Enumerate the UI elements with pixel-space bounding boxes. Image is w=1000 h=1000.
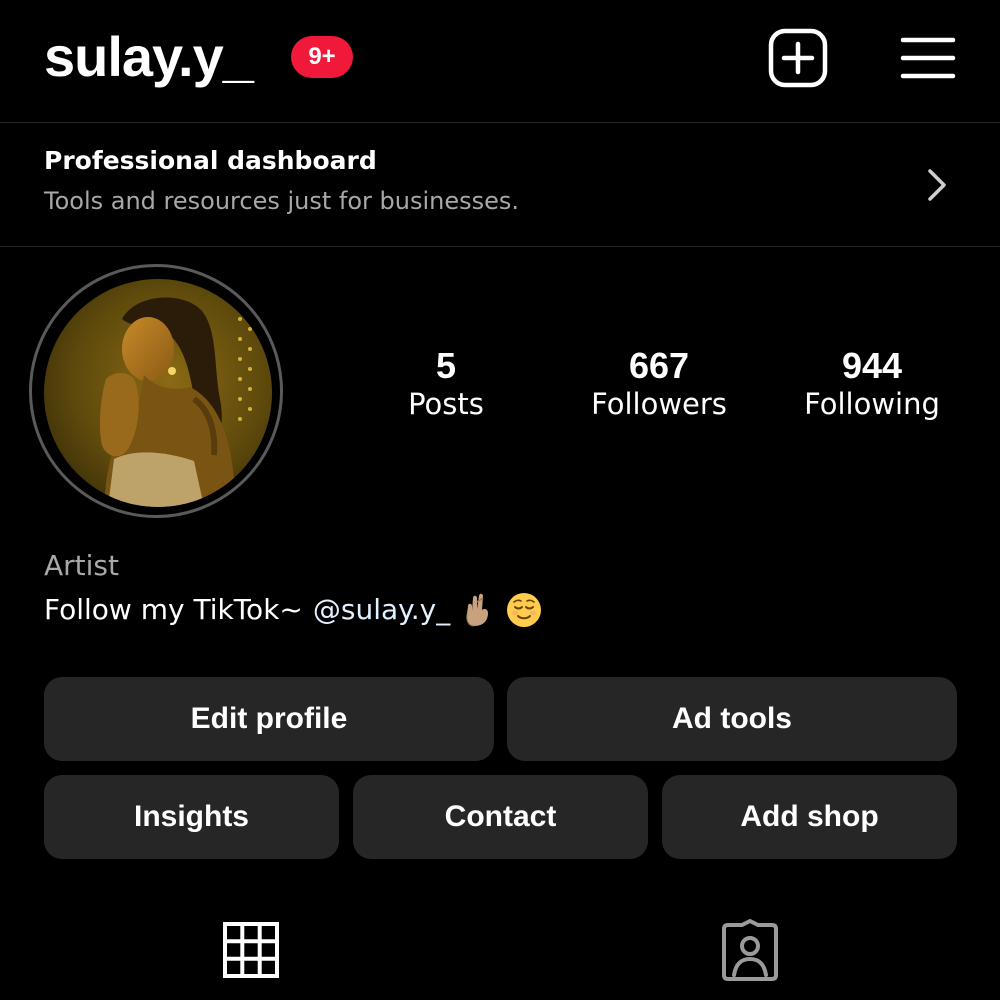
plus-square-icon	[768, 28, 828, 88]
professional-dashboard-row[interactable]: Professional dashboard Tools and resourc…	[0, 123, 1000, 247]
new-post-button[interactable]	[764, 24, 832, 92]
edit-profile-button[interactable]: Edit profile	[44, 677, 494, 761]
bio: Follow my TikTok~ @sulay.y_	[44, 590, 542, 630]
ad-tools-button[interactable]: Ad tools	[507, 677, 957, 761]
stat-following[interactable]: 944 Following	[804, 345, 940, 423]
add-shop-button[interactable]: Add shop	[662, 775, 957, 859]
followers-count: 667	[628, 345, 690, 386]
relieved-face-emoji	[507, 593, 542, 627]
followers-label: Followers	[591, 387, 727, 421]
following-label: Following	[804, 387, 940, 421]
tab-posts-grid[interactable]	[215, 918, 287, 982]
contact-button[interactable]: Contact	[353, 775, 648, 859]
notification-badge[interactable]: 9+	[291, 36, 353, 78]
profile-photo	[44, 279, 272, 507]
following-count: 944	[841, 345, 903, 386]
menu-button[interactable]	[894, 24, 962, 92]
username-title[interactable]: sulay.y_	[44, 22, 254, 92]
dashboard-title: Professional dashboard	[44, 146, 377, 175]
tagged-person-icon	[722, 919, 778, 981]
crossed-fingers-emoji	[466, 593, 489, 627]
insights-button[interactable]: Insights	[44, 775, 339, 859]
grid-icon	[223, 922, 279, 978]
avatar[interactable]	[44, 279, 272, 507]
stat-followers[interactable]: 667 Followers	[591, 345, 727, 423]
profile-category: Artist	[44, 549, 119, 582]
tab-tagged[interactable]	[714, 918, 786, 982]
stat-posts[interactable]: 5 Posts	[408, 345, 484, 423]
posts-label: Posts	[408, 387, 484, 421]
top-bar: sulay.y_ 9+	[0, 0, 1000, 123]
dashboard-subtitle: Tools and resources just for businesses.	[44, 187, 520, 215]
profile-screen: sulay.y_ 9+ Professional dashboard Tools…	[0, 0, 1000, 1000]
posts-count: 5	[435, 345, 457, 386]
bio-text: Follow my TikTok~	[44, 593, 303, 626]
bio-mention-link[interactable]: @sulay.y_	[313, 590, 450, 630]
hamburger-menu-icon	[900, 37, 956, 79]
chevron-right-icon	[928, 169, 946, 201]
